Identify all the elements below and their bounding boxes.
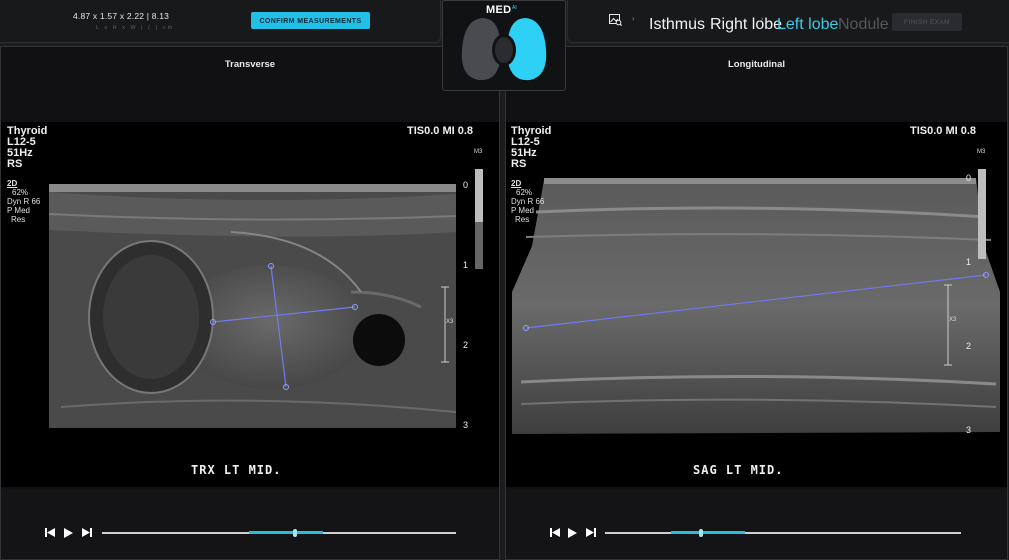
skip-back-icon[interactable] bbox=[45, 528, 55, 540]
depth-label: 2 bbox=[966, 341, 972, 351]
ultrasound-image bbox=[41, 169, 483, 487]
playback-scrubber[interactable] bbox=[102, 529, 456, 537]
chevron-right-icon: › bbox=[761, 16, 764, 23]
playback-range bbox=[671, 531, 745, 534]
overlay-tis-mi: TIS0.0 MI 0.8 bbox=[910, 125, 977, 137]
workflow-steps-bar: › Isthmus › Right lobe › Left lobe › Nod… bbox=[567, 0, 1009, 43]
depth-label: 0 bbox=[966, 173, 972, 183]
chevron-right-icon: › bbox=[822, 16, 825, 23]
thyroid-logo-icon bbox=[461, 18, 547, 81]
ultrasound-viewport[interactable]: Thyroid L12-5 51Hz RS TIS0.0 MI 0.8 2D 6… bbox=[1, 122, 499, 487]
skip-forward-icon[interactable] bbox=[82, 528, 92, 540]
measurement-value: 4.87 x 1.57 x 2.22 | 8.13 bbox=[73, 11, 170, 21]
depth-label: 1 bbox=[966, 257, 972, 267]
depth-label: 1 bbox=[463, 260, 469, 270]
overlay-rs: RS bbox=[7, 158, 23, 170]
depth-label: 2 bbox=[463, 340, 469, 350]
logo-superscript: AI bbox=[512, 5, 517, 11]
playback-controls bbox=[1, 489, 499, 559]
panel-title: Longitudinal bbox=[728, 59, 785, 70]
depth-label: 0 bbox=[463, 180, 469, 190]
longitudinal-panel: Longitudinal Thyroid L12-5 51Hz RS TIS0.… bbox=[505, 46, 1008, 560]
overlay-rs: RS bbox=[511, 158, 527, 170]
playback-knob[interactable] bbox=[699, 529, 703, 537]
step-isthmus[interactable]: Isthmus bbox=[649, 16, 705, 34]
measurement-legend: L x H x W | ( ) cm bbox=[96, 25, 175, 31]
focus-marker: X3 bbox=[446, 319, 454, 325]
ultrasound-viewport[interactable]: Thyroid L12-5 51Hz RS TIS0.0 MI 0.8 2D 6… bbox=[506, 122, 1007, 487]
map-label: M3 bbox=[977, 149, 986, 155]
skip-forward-icon[interactable] bbox=[586, 528, 596, 540]
chevron-right-icon: › bbox=[632, 16, 635, 23]
map-label: M3 bbox=[474, 149, 483, 155]
measurement-bar: 4.87 x 1.57 x 2.22 | 8.13 L x H x W | ( … bbox=[0, 0, 441, 43]
image-caption: TRX LT MID. bbox=[191, 463, 282, 477]
confirm-measurements-button[interactable]: CONFIRM MEASUREMENTS bbox=[251, 12, 370, 29]
image-search-icon[interactable] bbox=[609, 13, 623, 31]
step-left-lobe[interactable]: Left lobe bbox=[777, 16, 838, 34]
play-icon[interactable] bbox=[64, 528, 73, 541]
finish-exam-button[interactable]: FINISH EXAM bbox=[892, 13, 962, 31]
depth-label: 3 bbox=[463, 420, 469, 430]
setting-resolution: Res bbox=[515, 215, 530, 224]
chevron-right-icon: › bbox=[694, 16, 697, 23]
playback-range bbox=[249, 531, 323, 534]
skip-back-icon[interactable] bbox=[550, 528, 560, 540]
play-icon[interactable] bbox=[568, 528, 577, 541]
chevron-right-icon: › bbox=[876, 16, 879, 23]
depth-label: 3 bbox=[966, 425, 972, 435]
app-logo: MED AI bbox=[442, 0, 566, 91]
step-right-lobe[interactable]: Right lobe bbox=[710, 16, 782, 34]
playback-controls bbox=[506, 489, 1007, 559]
panel-title: Transverse bbox=[224, 59, 276, 70]
focus-marker: X3 bbox=[949, 317, 957, 323]
step-nodule[interactable]: Nodule bbox=[838, 16, 889, 34]
setting-resolution: Res bbox=[11, 215, 26, 224]
ultrasound-image bbox=[506, 169, 1007, 487]
overlay-tis-mi: TIS0.0 MI 0.8 bbox=[407, 125, 474, 137]
playback-scrubber[interactable] bbox=[605, 529, 961, 537]
playback-knob[interactable] bbox=[293, 529, 297, 537]
transverse-panel: Transverse Thyroid L12-5 51Hz RS TIS0.0 … bbox=[0, 46, 500, 560]
image-caption: SAG LT MID. bbox=[693, 463, 784, 477]
